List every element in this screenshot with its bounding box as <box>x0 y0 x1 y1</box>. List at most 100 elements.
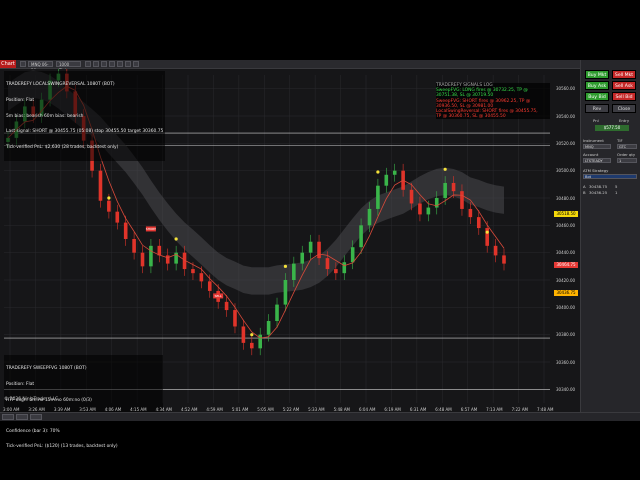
candle-body <box>275 304 279 321</box>
candle-body <box>409 189 414 204</box>
sell-ask-button[interactable]: Sell Ask <box>612 81 636 90</box>
sell-signal-label: SELL <box>215 294 222 298</box>
candle-body <box>132 239 136 253</box>
candle-body <box>241 326 246 343</box>
swing-point-marker <box>174 237 178 241</box>
sell-market-button[interactable]: Sell Mkt <box>612 70 636 79</box>
candle-body <box>224 301 229 311</box>
signals-log-box: TRADEREFY SIGNALS LOG SweepFVG: LONG fir… <box>436 83 550 120</box>
tab-strip-item[interactable] <box>16 414 28 420</box>
price-tick-label: 30460.00 <box>556 222 576 228</box>
candle-body <box>283 280 288 305</box>
crosshair-icon[interactable] <box>125 61 131 67</box>
chart-toolbar: Chart MNQ 06-26 1000 Tick <box>0 60 580 73</box>
candle-body <box>249 342 254 349</box>
buy-market-button[interactable]: Buy Mkt <box>585 70 609 79</box>
candle-body <box>325 258 330 270</box>
price-tick-label: 30420.00 <box>556 277 576 283</box>
swing-point-marker <box>443 167 447 171</box>
instrument-selector[interactable]: MNQ 06-26 <box>28 61 53 73</box>
period-selector[interactable]: 1000 Tick <box>56 61 81 73</box>
signal-line: TP @ 30360.75, SL @ 30455.50 <box>436 114 506 120</box>
copyright-text: © 2026 NinjaTrader, LLC <box>4 397 59 402</box>
candle-body <box>157 245 162 256</box>
swing-point-marker <box>107 196 111 200</box>
tif-select[interactable]: GTC <box>617 144 637 149</box>
add-tab-icon[interactable] <box>30 414 42 420</box>
account-select[interactable]: LTSTEADY <box>583 158 611 163</box>
candle-body <box>502 255 506 264</box>
candle-body <box>350 247 355 263</box>
info-line: Tick-verified PnL: $2,630 (28 trades, ba… <box>6 144 119 150</box>
price-tick-label: 30400.00 <box>556 304 576 310</box>
candle-body <box>451 182 456 192</box>
pnl-value: $577.50 <box>595 125 629 131</box>
candle-body <box>342 262 347 274</box>
price-chart[interactable]: SHORT SELL TRADEREFY LOCALSWINGREVERSAL 1… <box>0 69 580 462</box>
indicators-icon[interactable] <box>93 61 99 67</box>
price-tick-label: 30440.00 <box>556 250 576 256</box>
info-line: Tick-verified PnL: ($120) (13 trades, ba… <box>6 444 118 450</box>
candle-body <box>317 241 321 259</box>
candle-body <box>359 225 363 248</box>
candle-body <box>123 222 128 239</box>
position-row-a-label: A <box>583 184 586 189</box>
drawing-tool-icon[interactable] <box>20 61 26 67</box>
snapshot-icon[interactable] <box>133 61 139 67</box>
local-swing-reversal-info: TRADEREFY LOCALSWINGREVERSAL 1080T (BOT)… <box>4 71 166 162</box>
sell-bid-button[interactable]: Sell Bid <box>612 92 636 101</box>
candle-body <box>426 207 431 215</box>
position-row-b-qty: 1 <box>615 190 618 195</box>
candle-body <box>140 252 145 267</box>
candle-body <box>308 241 313 253</box>
candle-body <box>418 203 422 215</box>
candle-body <box>191 269 195 274</box>
info-line: Position: Flat <box>6 98 35 104</box>
price-tick-label: 30360.00 <box>556 359 576 365</box>
position-row-a-qty: 5 <box>615 184 618 189</box>
order-qty-label: Order qty <box>617 152 636 157</box>
properties-icon[interactable] <box>109 61 115 67</box>
price-tick-label: 30500.00 <box>556 168 576 174</box>
candle-body <box>207 281 212 291</box>
tab-chart[interactable]: Chart <box>0 60 16 68</box>
price-tag-yellow: 30518.50 <box>554 211 578 217</box>
candle-body <box>233 310 237 327</box>
price-tick-label: 30560.00 <box>556 86 576 92</box>
candle-body <box>149 245 153 267</box>
candle-body <box>392 170 397 175</box>
buy-ask-button[interactable]: Buy Ask <box>585 81 609 90</box>
candle-body <box>384 174 389 186</box>
atm-strategy-select[interactable]: Bot <box>583 174 637 179</box>
info-line: Position: Flat <box>6 382 35 388</box>
buy-bid-button[interactable]: Buy Bid <box>585 92 609 101</box>
atm-strategy-label: ATM Strategy <box>583 168 609 173</box>
candle-body <box>98 170 103 201</box>
close-position-button[interactable]: Close <box>612 104 636 113</box>
status-bar <box>0 412 640 421</box>
candle-body <box>334 269 338 274</box>
candle-body <box>107 200 111 212</box>
tab-strip-item[interactable] <box>2 414 14 420</box>
zoom-icon[interactable] <box>117 61 123 67</box>
candle-body <box>199 273 204 282</box>
swing-point-marker <box>376 170 380 174</box>
quantity-stepper[interactable]: 1 <box>617 158 637 163</box>
position-row-b-price: 30436.25 <box>589 190 608 195</box>
bar-type-icon[interactable] <box>85 61 91 67</box>
swing-point-marker <box>485 230 489 234</box>
strategies-icon[interactable] <box>101 61 107 67</box>
candle-body <box>300 252 305 264</box>
position-row-b-label: B <box>583 190 586 195</box>
reverse-button[interactable]: Rev <box>585 104 609 113</box>
price-tick-label: 30380.00 <box>556 332 576 338</box>
candle-body <box>115 211 120 223</box>
entry-label: Entry <box>619 118 630 123</box>
instrument-label: Instrument <box>583 138 604 143</box>
position-row-a-price: 30438.75 <box>589 184 608 189</box>
price-tick-label: 30340.00 <box>556 386 576 392</box>
tif-label: TIF <box>617 138 623 143</box>
instrument-select[interactable]: MNQ <box>583 144 611 149</box>
chart-trader-panel: Buy Mkt Sell Mkt Buy Ask Sell Ask Buy Bi… <box>580 60 640 412</box>
price-tick-label: 30520.00 <box>556 140 576 146</box>
